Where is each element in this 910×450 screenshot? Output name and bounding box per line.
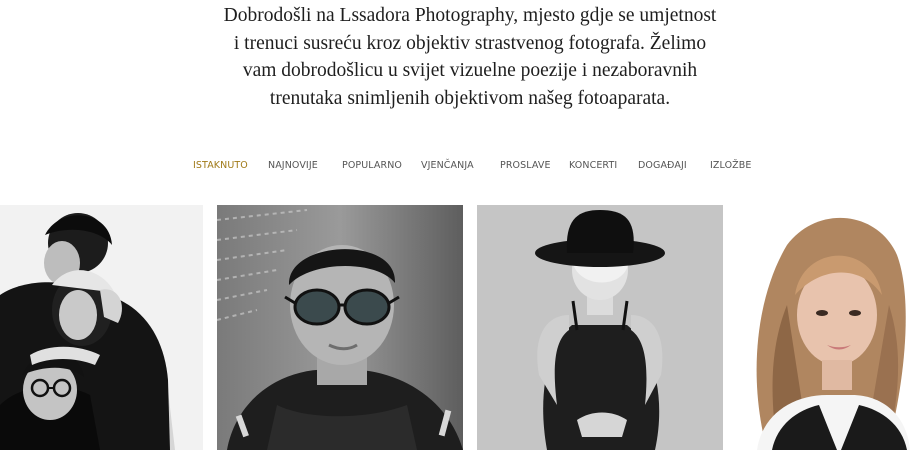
tab-popularno[interactable]: POPULARNO [342, 159, 402, 173]
intro-line: trenutaka snimljenih objektivom našeg fo… [269, 87, 671, 109]
gallery-filter-tabs: ISTAKNUTO NAJNOVIJE POPULARNO VJENČANJA … [0, 159, 910, 175]
tab-koncerti[interactable]: KONCERTI [569, 159, 617, 173]
gallery-photo-sunglasses[interactable] [217, 205, 463, 450]
photo-family-image [0, 205, 203, 450]
gallery-photo-hat[interactable] [477, 205, 723, 450]
intro-line: vam dobrodošlicu u svijet vizuelne poezi… [242, 60, 698, 81]
tab-dogadaji[interactable]: DOGAĐAJI [638, 159, 687, 173]
tab-proslave[interactable]: PROSLAVE [500, 159, 551, 173]
photo-wavy-hair-image [737, 205, 910, 450]
gallery-photo-family[interactable] [0, 205, 203, 450]
photo-hat-image [477, 205, 723, 450]
photo-sunglasses-image [217, 205, 463, 450]
tab-vjencanja[interactable]: VJENČANJA [421, 159, 474, 173]
page: Dobrodošli na Lssadora Photography, mjes… [0, 0, 910, 450]
tab-istaknuto[interactable]: ISTAKNUTO [193, 159, 248, 173]
intro-text: Dobrodošli na Lssadora Photography, mjes… [180, 2, 760, 112]
tab-najnovije[interactable]: NAJNOVIJE [268, 159, 318, 173]
intro-line: Dobrodošli na Lssadora Photography, mjes… [223, 5, 717, 26]
intro-line: i trenuci susreću kroz objektiv strastve… [233, 32, 707, 54]
tab-izlozbe[interactable]: IZLOŽBE [710, 159, 751, 173]
gallery-photo-wavy-hair[interactable] [737, 205, 910, 450]
